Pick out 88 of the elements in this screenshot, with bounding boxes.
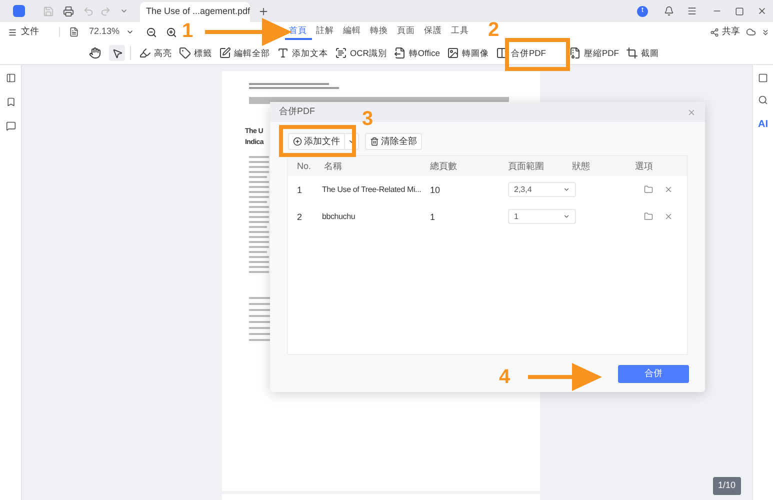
tool-button[interactable]: 轉圖像: [446, 46, 489, 60]
select-tool[interactable]: [109, 45, 125, 61]
step-number: 4: [499, 366, 510, 388]
dialog-title: 合併PDF: [279, 105, 315, 118]
file-menu[interactable]: 文件: [21, 25, 39, 39]
step-number: 1: [182, 20, 194, 42]
plus-circle-icon: [293, 137, 302, 146]
tag-icon: [179, 47, 191, 59]
trash-icon: [370, 137, 379, 146]
file-export-icon: [394, 47, 406, 59]
column-header: 總頁數: [430, 160, 457, 173]
hand-icon[interactable]: [89, 47, 101, 59]
tool-button[interactable]: 編輯全部: [219, 46, 270, 60]
ai-button[interactable]: AI: [758, 117, 768, 132]
comment-icon[interactable]: [6, 121, 16, 131]
menu-icon[interactable]: [8, 28, 17, 36]
table-cell-text: 1: [297, 184, 302, 197]
tool-button[interactable]: 高亮: [139, 46, 172, 60]
highlighter-icon: [139, 47, 151, 59]
arrow-icon: [528, 363, 602, 391]
crop-icon: [626, 47, 638, 59]
page-range-select[interactable]: 2,3,4: [508, 182, 576, 197]
share-button[interactable]: 共享: [722, 25, 740, 39]
highlight-frame: [505, 38, 570, 71]
bookmark-icon[interactable]: [6, 97, 16, 107]
step-number: 3: [362, 108, 374, 130]
ribbon-tab[interactable]: 轉換: [366, 24, 393, 40]
new-tab-icon[interactable]: [258, 6, 269, 16]
ribbon-tab[interactable]: 頁面: [392, 24, 420, 40]
image-icon: [446, 47, 459, 59]
menu-icon[interactable]: [687, 6, 697, 16]
pen-square-icon: [219, 47, 231, 59]
document-tab[interactable]: The Use of ...agement.pdf: [140, 2, 250, 22]
page-indicator: 1/10: [713, 477, 741, 494]
column-header: 頁面範圍: [508, 160, 544, 173]
merge-button[interactable]: 合併: [618, 364, 689, 382]
ribbon-tab[interactable]: 編輯: [338, 24, 366, 40]
app-logo-icon: [13, 5, 25, 17]
zoom-level[interactable]: 72.13%: [89, 25, 120, 39]
ribbon-tab[interactable]: 保護: [420, 24, 447, 40]
share-icon[interactable]: [710, 28, 719, 36]
add-file-button[interactable]: 添加文件: [288, 133, 359, 150]
tool-button[interactable]: 轉Office: [394, 46, 440, 60]
clear-all-button[interactable]: 清除全部: [365, 133, 422, 150]
bell-icon[interactable]: [664, 6, 674, 16]
zoom-in-icon[interactable]: [166, 26, 177, 38]
caret-icon: [563, 213, 570, 220]
tool-button[interactable]: 壓縮PDF: [568, 46, 619, 60]
caret-icon[interactable]: [348, 138, 355, 145]
thumbnail-icon[interactable]: [6, 73, 16, 83]
print-icon[interactable]: [63, 6, 74, 16]
close-icon[interactable]: [757, 6, 767, 16]
file-name: bbchuchu: [322, 211, 356, 223]
ribbon-tab[interactable]: 註解: [312, 24, 339, 40]
table-cell-text: 1: [430, 211, 436, 224]
caret-icon[interactable]: [126, 28, 134, 36]
caret-icon: [563, 186, 570, 193]
archive-icon: [568, 47, 581, 59]
pointer-icon: [112, 48, 122, 58]
maximize-icon[interactable]: [735, 6, 744, 16]
scan-icon: [335, 47, 347, 59]
cloud-icon[interactable]: [746, 27, 756, 37]
panel-icon[interactable]: [758, 73, 768, 83]
collapse-icon[interactable]: [761, 28, 770, 36]
file-name: The Use of Tree-Related Mi...: [322, 184, 422, 196]
tool-button[interactable]: 添加文本: [277, 46, 328, 60]
folder-icon[interactable]: [644, 212, 653, 221]
column-header: 狀態: [572, 160, 590, 173]
page-range-select[interactable]: 1: [508, 209, 576, 224]
column-header: 選項: [635, 160, 653, 173]
tool-button[interactable]: 標籤: [179, 46, 212, 60]
folder-icon[interactable]: [644, 185, 653, 194]
remove-icon[interactable]: [664, 185, 673, 194]
zoom-out-icon[interactable]: [146, 26, 157, 38]
column-header: No.: [297, 160, 312, 173]
tool-button[interactable]: 合併PDF: [496, 46, 546, 60]
text-icon: [277, 47, 289, 59]
ribbon-tab[interactable]: 工具: [446, 24, 474, 40]
step-number: 2: [488, 19, 500, 41]
tool-button[interactable]: 截圖: [626, 46, 659, 60]
table-cell-text: 2: [297, 211, 302, 224]
table-cell-text: 10: [430, 184, 440, 197]
page-icon[interactable]: [69, 27, 79, 37]
tool-button[interactable]: OCR識別: [335, 46, 387, 60]
search-icon[interactable]: [758, 95, 768, 105]
columns-icon: [496, 47, 508, 59]
remove-icon[interactable]: [664, 212, 673, 221]
column-header: 名稱: [324, 160, 342, 173]
